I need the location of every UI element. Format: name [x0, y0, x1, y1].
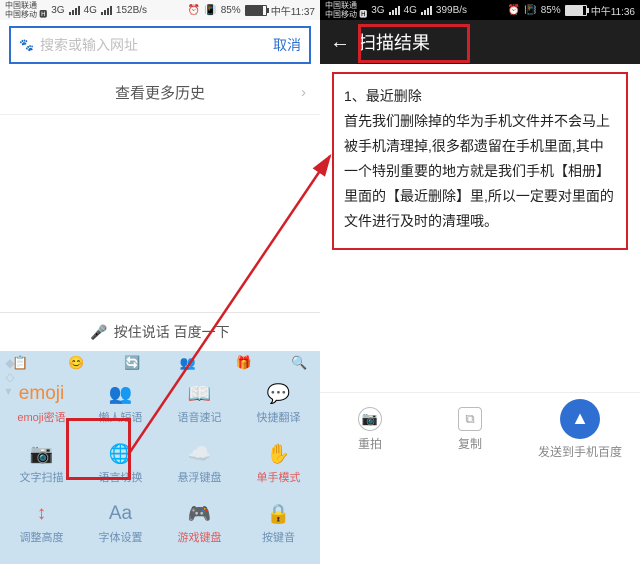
tool-label: 快捷翻译	[257, 409, 301, 425]
tool-icon: 💬	[264, 379, 294, 409]
ime-side-handles[interactable]: ◆◇▾	[0, 356, 21, 416]
view-more-history[interactable]: 查看更多历史 ›	[0, 70, 320, 115]
tool-label: 语音速记	[178, 409, 222, 425]
vibrate-icon: 📳	[524, 5, 536, 16]
tool-icon: 📖	[185, 379, 215, 409]
scan-result-text[interactable]: 1、最近删除 首先我们删除掉的华为手机文件并不会马上被手机清理掉,很多都遗留在手…	[332, 72, 628, 250]
tool-label: 调整高度	[20, 529, 64, 545]
ime-tool-快捷翻译[interactable]: 💬快捷翻译	[243, 379, 314, 437]
bottom-actions: 📷 重拍 ⧉ 复制 ▲ 发送到手机百度	[320, 392, 640, 465]
ime-tool-语言切换[interactable]: 🌐语言切换	[85, 439, 156, 497]
tool-icon: 👥	[106, 379, 136, 409]
ime-tool-文字扫描[interactable]: 📷文字扫描	[6, 439, 77, 497]
send-to-baidu-button[interactable]: ▲ 发送到手机百度	[520, 399, 640, 460]
tool-label: 按键音	[262, 529, 295, 545]
ime-tool-字体设置[interactable]: Aa字体设置	[85, 499, 156, 557]
search-input[interactable]: 搜索或输入网址	[40, 28, 273, 62]
alarm-icon: ⏰	[508, 5, 520, 16]
tool-icon: ✋	[264, 439, 294, 469]
voice-search-bar[interactable]: 🎤 按住说话 百度一下	[0, 312, 320, 351]
tool-label: 单手模式	[257, 469, 301, 485]
battery-icon	[245, 5, 267, 16]
send-icon: ▲	[560, 399, 600, 439]
tool-icon: 📷	[27, 439, 57, 469]
tool-icon: emoji	[27, 379, 57, 409]
tool-icon: Aa	[106, 499, 136, 529]
cancel-button[interactable]: 取消	[273, 35, 301, 55]
page-title: 扫描结果	[358, 29, 430, 55]
ime-tool-单手模式[interactable]: ✋单手模式	[243, 439, 314, 497]
header-icon[interactable]: 😊	[64, 355, 89, 377]
retake-button[interactable]: 📷 重拍	[320, 407, 420, 452]
tool-icon: 🎮	[185, 499, 215, 529]
header-icon[interactable]: 👥	[175, 355, 200, 377]
baidu-paw-icon: 🐾	[19, 38, 34, 52]
microphone-icon: 🎤	[90, 324, 107, 341]
status-bar: 中国联通中国移动 🅷 3G 4G 152B/s ⏰ 📳 85% 中午11:37	[0, 0, 320, 20]
chevron-right-icon: ›	[301, 84, 306, 101]
result-heading: 1、最近删除	[344, 84, 616, 109]
copy-button[interactable]: ⧉ 复制	[420, 407, 520, 452]
ime-tool-调整高度[interactable]: ↕调整高度	[6, 499, 77, 557]
ime-tool-悬浮键盘[interactable]: ☁️悬浮键盘	[164, 439, 235, 497]
phone-left-browser: 中国联通中国移动 🅷 3G 4G 152B/s ⏰ 📳 85% 中午11:37 …	[0, 0, 320, 552]
tool-label: 懒人短语	[99, 409, 143, 425]
battery-icon	[565, 5, 587, 16]
header-icon[interactable]: 🔄	[120, 355, 145, 377]
tool-label: 悬浮键盘	[178, 469, 222, 485]
title-bar: ← 扫描结果	[320, 20, 640, 64]
ime-tool-语音速记[interactable]: 📖语音速记	[164, 379, 235, 437]
result-body-text: 首先我们删除掉的华为手机文件并不会马上被手机清理掉,很多都遗留在手机里面,其中一…	[344, 109, 616, 234]
copy-icon: ⧉	[458, 407, 482, 431]
tool-label: 字体设置	[99, 529, 143, 545]
tool-label: 游戏键盘	[178, 529, 222, 545]
search-bar[interactable]: 🐾 搜索或输入网址 取消	[9, 26, 311, 64]
ime-tool-懒人短语[interactable]: 👥懒人短语	[85, 379, 156, 437]
ime-tools-panel: 📋 😊 🔄 👥 🎁 🔍 emojiemoji密语👥懒人短语📖语音速记💬快捷翻译📷…	[0, 351, 320, 564]
camera-icon: 📷	[358, 407, 382, 431]
ime-panel-header: 📋 😊 🔄 👥 🎁 🔍	[6, 355, 314, 377]
header-icon[interactable]: 🎁	[231, 355, 256, 377]
ime-tool-按键音[interactable]: 🔒按键音	[243, 499, 314, 557]
vibrate-icon: 📳	[204, 5, 216, 16]
header-icon[interactable]: 🔍	[287, 355, 312, 377]
back-button[interactable]: ←	[330, 31, 352, 54]
empty-area	[0, 115, 320, 312]
ime-tool-游戏键盘[interactable]: 🎮游戏键盘	[164, 499, 235, 557]
tool-icon: 🌐	[106, 439, 136, 469]
alarm-icon: ⏰	[188, 5, 200, 16]
tool-label: emoji密语	[17, 409, 65, 425]
status-bar: 中国联通中国移动 🅷 3G 4G 399B/s ⏰ 📳 85% 中午11:36	[320, 0, 640, 20]
tool-label: 语言切换	[99, 469, 143, 485]
tool-icon: ↕	[27, 499, 57, 529]
tool-icon: ☁️	[185, 439, 215, 469]
tool-label: 文字扫描	[20, 469, 64, 485]
tool-icon: 🔒	[264, 499, 294, 529]
